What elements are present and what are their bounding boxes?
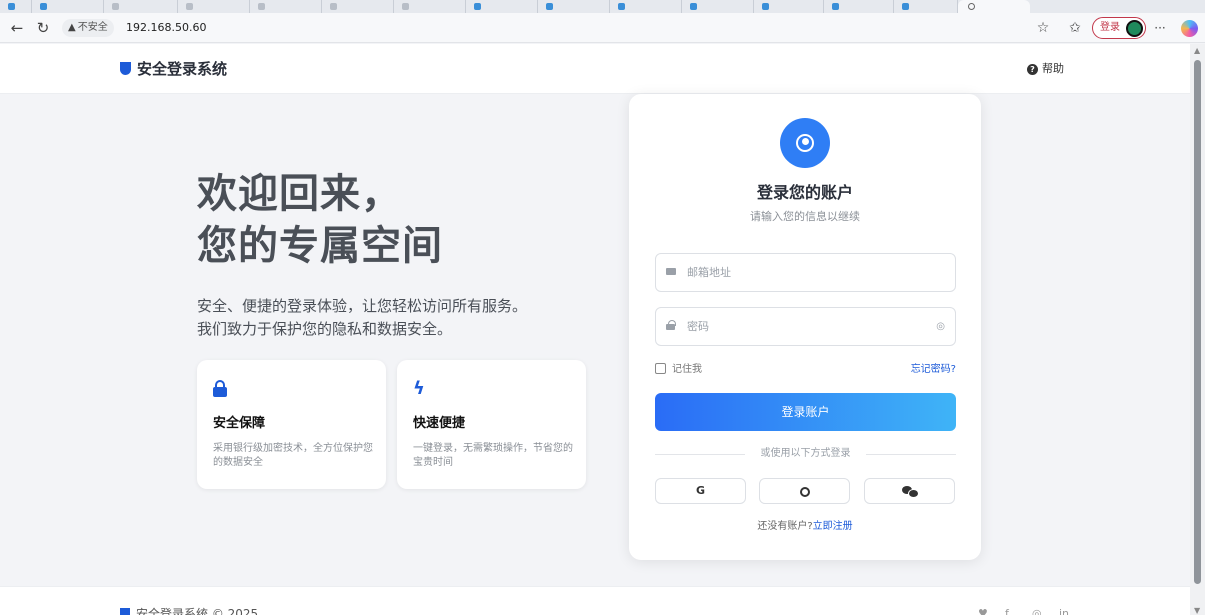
- browser-tab-strip: [0, 0, 1205, 13]
- hero-description: 安全、便捷的登录体验，让您轻松访问所有服务。 我们致力于保护您的隐私和数据安全。: [197, 297, 528, 338]
- forgot-password-link[interactable]: 忘记密码?: [911, 363, 956, 377]
- lock-icon: [213, 380, 227, 398]
- login-title: 登录您的账户: [756, 183, 853, 202]
- browser-tab[interactable]: [178, 0, 250, 13]
- browser-tab[interactable]: [824, 0, 894, 13]
- login-button[interactable]: 登录账户: [655, 393, 956, 431]
- more-menu-icon[interactable]: ···: [1151, 19, 1169, 37]
- shield-icon: [120, 62, 131, 75]
- eye-slash-icon[interactable]: ◎: [936, 319, 945, 335]
- browser-tab-active[interactable]: [958, 0, 1030, 13]
- favorite-star-icon[interactable]: ☆: [1035, 19, 1051, 37]
- wechat-login-button[interactable]: [864, 478, 955, 504]
- browser-tab[interactable]: [754, 0, 824, 13]
- browser-tab[interactable]: [394, 0, 466, 13]
- instagram-icon[interactable]: ◎: [1032, 607, 1050, 615]
- site-brand[interactable]: 安全登录系统: [120, 60, 227, 78]
- profile-button[interactable]: 登录: [1092, 17, 1146, 39]
- back-arrow-icon[interactable]: ←: [7, 19, 27, 37]
- feature-title: 快速便捷: [413, 416, 466, 431]
- social-divider: 或使用以下方式登录: [655, 447, 956, 461]
- feature-description: 一键登录，无需繁琐操作，节省您的宝贵时间: [413, 443, 573, 468]
- wechat-icon: [901, 486, 919, 498]
- password-field[interactable]: 密码 ◎: [655, 307, 956, 346]
- scrollbar-thumb[interactable]: [1194, 60, 1201, 584]
- google-login-button[interactable]: G: [655, 478, 746, 504]
- security-indicator[interactable]: ▲ 不安全: [62, 19, 114, 37]
- github-login-button[interactable]: [759, 478, 850, 504]
- browser-tab[interactable]: [610, 0, 682, 13]
- url-field[interactable]: ▲ 不安全 192.168.50.60: [62, 18, 1062, 38]
- copilot-icon[interactable]: [1181, 20, 1198, 37]
- github-icon: [799, 487, 810, 497]
- browser-tab[interactable]: [104, 0, 178, 13]
- envelope-icon: [666, 266, 676, 280]
- signup-link[interactable]: 立即注册: [813, 521, 853, 532]
- feature-title: 安全保障: [213, 416, 266, 431]
- browser-tab[interactable]: [0, 0, 32, 13]
- linkedin-icon[interactable]: in: [1059, 607, 1077, 615]
- browser-tab[interactable]: [466, 0, 538, 13]
- favorites-list-icon[interactable]: ✩: [1066, 19, 1084, 37]
- feature-description: 采用银行级加密技术，全方位保护您的数据安全: [213, 443, 373, 468]
- feature-card-security: 安全保障 采用银行级加密技术，全方位保护您的数据安全: [197, 360, 386, 489]
- browser-tab[interactable]: [894, 0, 958, 13]
- browser-tab[interactable]: [538, 0, 610, 13]
- browser-tab[interactable]: [322, 0, 394, 13]
- question-circle-icon: ?: [1027, 64, 1038, 75]
- twitter-icon[interactable]: ♥: [978, 607, 996, 615]
- login-subtitle: 请输入您的信息以继续: [750, 210, 860, 223]
- site-footer: 安全登录系统 © 2025 ♥ f ◎ in: [0, 586, 1190, 615]
- remember-me-checkbox[interactable]: 记住我: [655, 363, 702, 377]
- padlock-icon: [666, 320, 676, 335]
- browser-tab[interactable]: [682, 0, 754, 13]
- bolt-icon: ϟ: [413, 378, 425, 399]
- avatar: [1126, 19, 1143, 37]
- user-circle-icon: [780, 118, 830, 168]
- feature-card-speed: ϟ 快速便捷 一键登录，无需繁琐操作，节省您的宝贵时间: [397, 360, 586, 489]
- facebook-icon[interactable]: f: [1005, 607, 1023, 615]
- help-link[interactable]: ? 帮助: [1027, 61, 1064, 77]
- scroll-up-arrow-icon[interactable]: ▲: [1194, 46, 1200, 55]
- refresh-icon[interactable]: ↻: [33, 19, 53, 37]
- checkbox[interactable]: [655, 363, 666, 374]
- hero-title: 欢迎回来， 您的专属空间: [197, 171, 443, 269]
- login-card: 登录您的账户 请输入您的信息以继续 邮箱地址 密码 ◎ 记住我 忘记密码? 登录…: [629, 94, 981, 560]
- site-header: 安全登录系统 ? 帮助: [0, 44, 1190, 94]
- google-icon: G: [695, 484, 706, 497]
- vertical-scrollbar[interactable]: ▲ ▼: [1190, 44, 1205, 615]
- browser-tab[interactable]: [32, 0, 104, 13]
- address-bar: ← ↻ ▲ 不安全 192.168.50.60 ☆ ✩ 登录 ···: [0, 13, 1205, 43]
- footer-social-links: ♥ f ◎ in: [978, 607, 1086, 615]
- url-text: 192.168.50.60: [126, 21, 207, 34]
- signup-prompt: 还没有账户?立即注册: [757, 521, 853, 532]
- footer-brand: 安全登录系统 © 2025: [120, 607, 258, 615]
- shield-icon: [120, 608, 130, 615]
- email-field[interactable]: 邮箱地址: [655, 253, 956, 292]
- warning-icon: ▲: [68, 22, 76, 33]
- scroll-down-arrow-icon[interactable]: ▼: [1194, 606, 1200, 615]
- browser-tab[interactable]: [250, 0, 322, 13]
